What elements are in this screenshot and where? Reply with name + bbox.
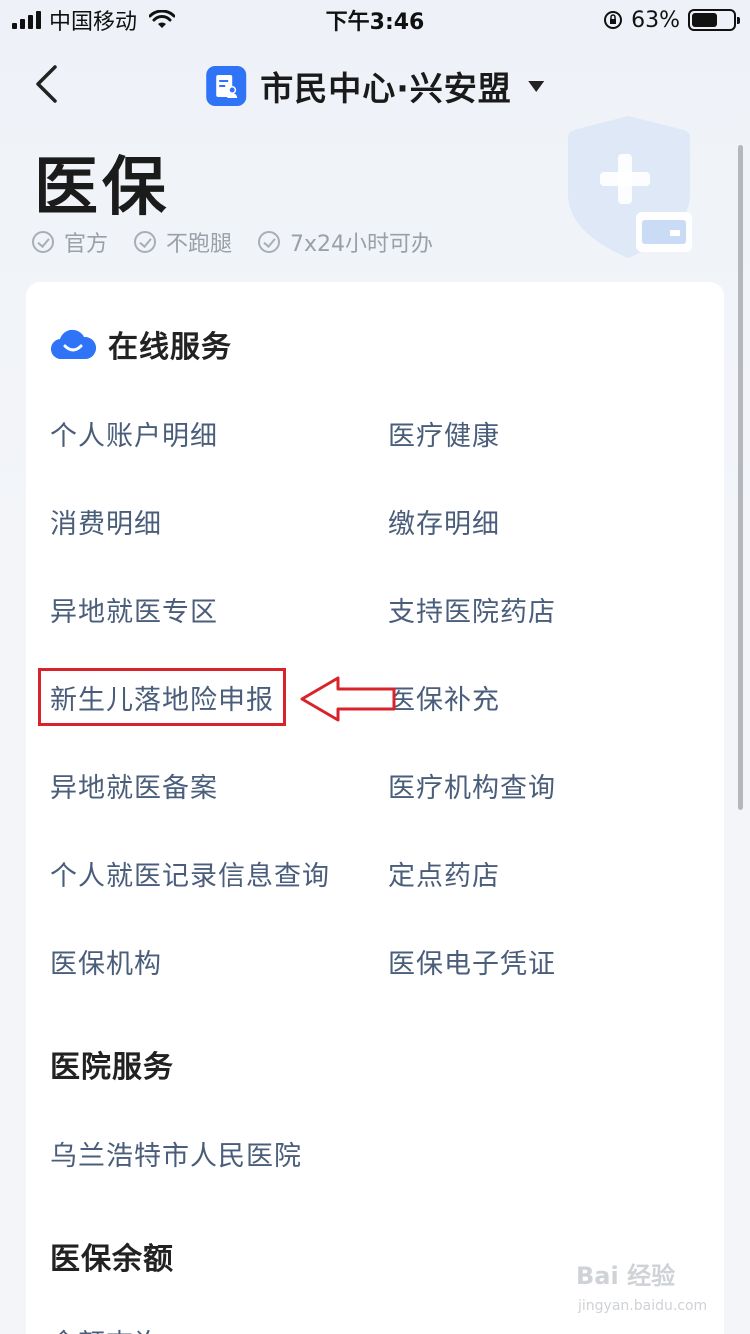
service-item-balance-query[interactable]: 余额查询 xyxy=(50,1322,162,1334)
cloud-icon xyxy=(51,329,96,360)
page-title: 医保 xyxy=(34,151,170,225)
services-card: 在线服务 个人账户明细 医疗健康 消费明细 缴存明细 异地就医专区 支持医院药店… xyxy=(26,282,724,1334)
balance-header: 医保余额 xyxy=(50,1234,174,1278)
service-item-personal-account[interactable]: 个人账户明细 xyxy=(50,414,218,453)
tag-label: 官方 xyxy=(64,232,109,257)
tag-label: 7x24小时可办 xyxy=(290,232,434,257)
tag-24h: 7x24小时可办 xyxy=(258,226,433,258)
service-item-supported-hospitals[interactable]: 支持医院药店 xyxy=(388,590,556,629)
balance-title: 医保余额 xyxy=(50,1242,174,1277)
orientation-lock-icon xyxy=(604,11,623,29)
feature-tags: 官方 不跑腿 7x24小时可办 xyxy=(32,226,433,258)
online-services-header: 在线服务 xyxy=(50,322,232,366)
citizen-center-icon xyxy=(206,66,247,106)
status-bar: 中国移动 下午3:46 63% xyxy=(0,0,750,40)
caret-down-icon xyxy=(527,80,544,92)
wifi-icon xyxy=(149,10,176,28)
tag-label: 不跑腿 xyxy=(166,232,233,257)
back-button[interactable] xyxy=(24,62,68,106)
service-item-medical-health[interactable]: 医疗健康 xyxy=(388,414,500,453)
chevron-left-icon xyxy=(36,65,57,103)
hospital-services-header: 医院服务 xyxy=(50,1042,174,1086)
cellular-signal-icon xyxy=(12,11,41,29)
battery-percent: 63% xyxy=(631,7,680,33)
annotation-highlight-box xyxy=(38,668,286,726)
carrier-label: 中国移动 xyxy=(49,10,138,35)
watermark-logo: Bai 经验 xyxy=(576,1262,676,1290)
service-item-designated-pharmacy[interactable]: 定点药店 xyxy=(388,854,500,893)
medical-insurance-shield-icon xyxy=(568,116,692,258)
watermark-url: jingyan.baidu.com xyxy=(578,1298,708,1314)
service-item-insurance-institutions[interactable]: 医保机构 xyxy=(50,942,162,981)
service-item-insurance-supplement[interactable]: 医保补充 xyxy=(388,678,500,717)
nav-bar: 市民中心·兴安盟 xyxy=(0,56,750,112)
tag-official: 官方 xyxy=(32,226,108,258)
battery-icon xyxy=(688,9,740,31)
service-item-deposit[interactable]: 缴存明细 xyxy=(388,502,500,541)
nav-title: 市民中心·兴安盟 xyxy=(260,69,512,108)
service-item-hospital[interactable]: 乌兰浩特市人民医院 xyxy=(50,1134,302,1173)
service-item-institution-query[interactable]: 医疗机构查询 xyxy=(388,766,556,805)
status-time: 下午3:46 xyxy=(325,10,425,35)
hospital-services-title: 医院服务 xyxy=(50,1050,174,1085)
check-circle-icon xyxy=(134,231,157,253)
scrollbar[interactable] xyxy=(738,145,743,810)
city-switcher[interactable]: 市民中心·兴安盟 xyxy=(206,62,544,110)
service-item-e-voucher[interactable]: 医保电子凭证 xyxy=(388,942,556,981)
service-item-medical-records[interactable]: 个人就医记录信息查询 xyxy=(50,854,330,893)
online-services-title: 在线服务 xyxy=(108,330,232,365)
service-item-remote-medical-zone[interactable]: 异地就医专区 xyxy=(50,590,218,629)
annotation-arrow-icon xyxy=(300,676,396,722)
service-item-consumption[interactable]: 消费明细 xyxy=(50,502,162,541)
check-circle-icon xyxy=(32,231,54,253)
service-item-remote-medical-filing[interactable]: 异地就医备案 xyxy=(50,766,218,805)
check-circle-icon xyxy=(258,231,281,253)
tag-no-visit: 不跑腿 xyxy=(134,226,232,258)
